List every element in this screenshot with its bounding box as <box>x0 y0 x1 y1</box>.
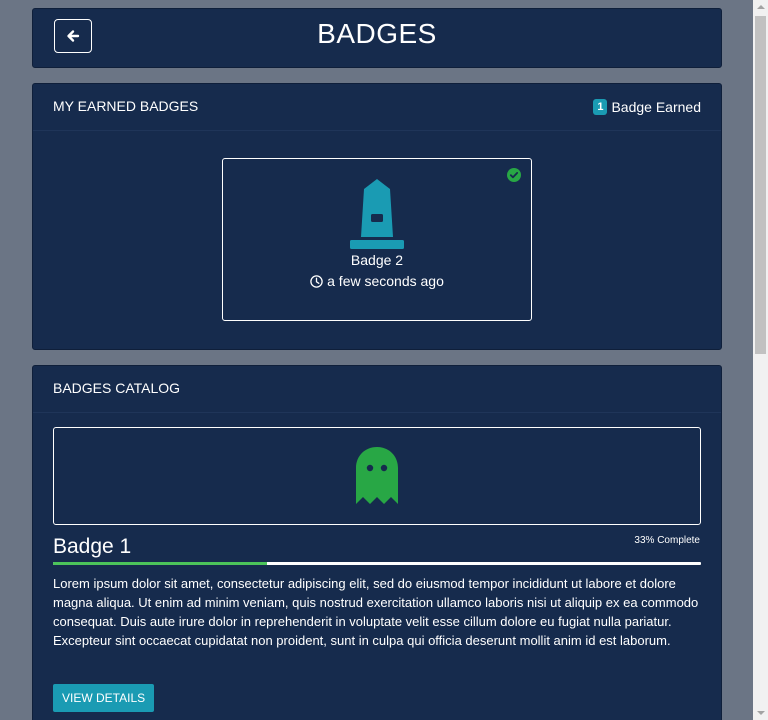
scroll-down-icon[interactable] <box>757 711 765 715</box>
catalog-badge-description: Lorem ipsum dolor sit amet, consectetur … <box>53 576 699 648</box>
earned-badges-panel: MY EARNED BADGES 1 Badge Earned Badge 2 <box>32 83 722 350</box>
progress-label: 33% Complete <box>634 535 700 546</box>
scrollbar-thumb[interactable] <box>755 16 766 354</box>
header-bar: BADGES <box>32 8 722 68</box>
earned-badge-time: a few seconds ago <box>223 273 531 289</box>
catalog-badge-name: Badge 1 <box>53 535 132 558</box>
progress-bar <box>53 562 701 565</box>
earned-badge-name: Badge 2 <box>350 252 404 268</box>
earned-badge-card[interactable]: Badge 2 a few seconds ago <box>222 158 532 321</box>
check-circle-icon <box>507 168 521 182</box>
badges-catalog-panel: BADGES CATALOG Badge 1 33% Complete Lore… <box>32 365 722 720</box>
page: BADGES MY EARNED BADGES 1 Badge Earned B… <box>0 0 753 720</box>
catalog-badge-card[interactable] <box>53 427 701 525</box>
badges-catalog-title: BADGES CATALOG <box>53 380 181 396</box>
page-title: BADGES <box>317 18 437 49</box>
monument-icon <box>350 179 404 249</box>
earned-badges-title: MY EARNED BADGES <box>53 98 199 114</box>
view-details-button[interactable]: VIEW DETAILS <box>53 684 155 712</box>
scrollbar[interactable] <box>753 0 768 720</box>
earned-count-badge: 1 <box>593 99 608 115</box>
earned-count-label: Badge Earned <box>611 99 701 115</box>
ghost-icon <box>356 447 398 504</box>
scroll-up-icon[interactable] <box>757 5 765 9</box>
clock-icon <box>310 274 323 288</box>
earned-count: 1 Badge Earned <box>593 99 701 115</box>
earned-badges-header: MY EARNED BADGES 1 Badge Earned <box>33 84 721 131</box>
badges-catalog-header: BADGES CATALOG <box>33 366 721 413</box>
progress-fill <box>53 562 267 565</box>
earned-badge-time-text: a few seconds ago <box>327 273 444 289</box>
